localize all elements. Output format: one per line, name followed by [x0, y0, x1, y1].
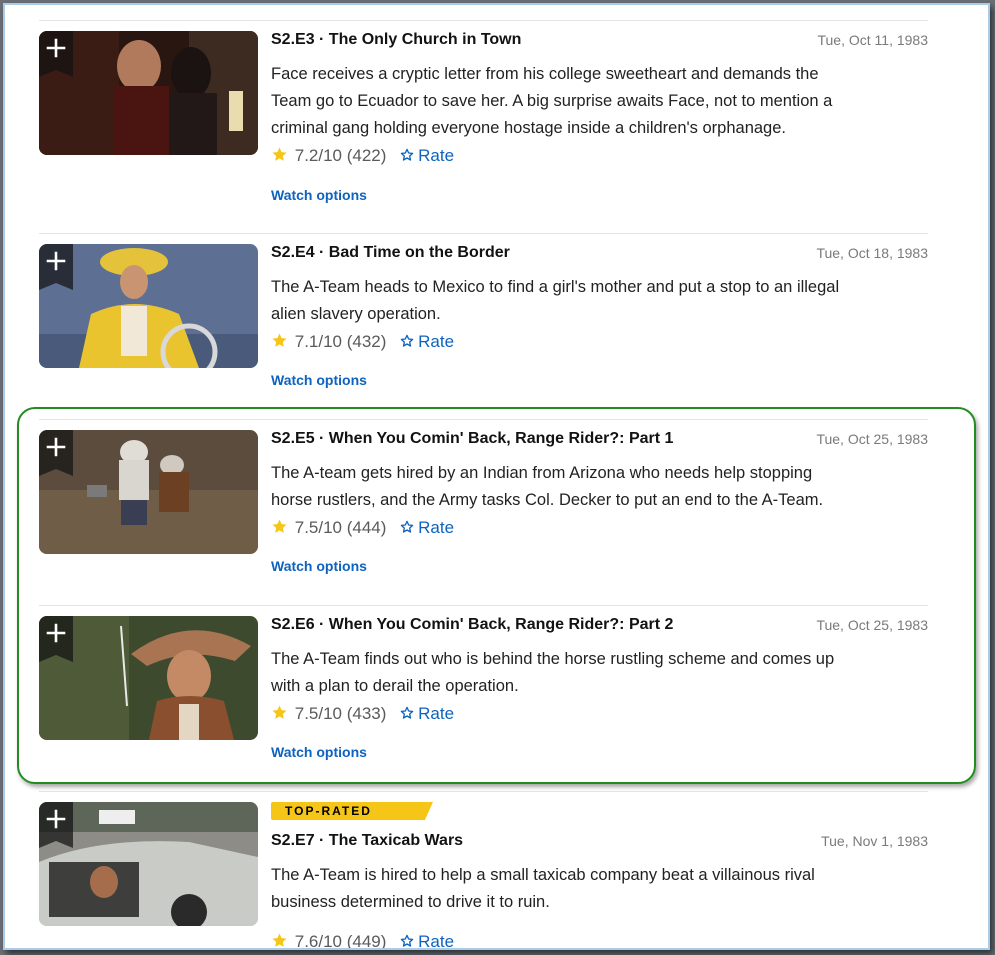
- star-outline-icon: [399, 933, 415, 949]
- episode-title-link[interactable]: S2.E7 · The Taxicab Wars: [271, 832, 463, 850]
- plus-icon: [39, 616, 73, 662]
- rating-value: 7.2/10: [294, 146, 342, 165]
- episode-list-window: S2.E3 · The Only Church in Town Tue, Oct…: [3, 3, 990, 950]
- rate-label: Rate: [418, 332, 455, 351]
- episode-title-link[interactable]: S2.E4 · Bad Time on the Border: [271, 244, 510, 262]
- star-filled-icon: [271, 704, 288, 721]
- rating-value: 7.5/10: [294, 518, 342, 537]
- rating-value: 7.6/10: [294, 932, 342, 950]
- add-to-watchlist-button[interactable]: [39, 430, 73, 476]
- watch-options-link[interactable]: Watch options: [271, 187, 367, 203]
- rating-row: 7.5/10 (444) Rate: [271, 518, 454, 540]
- episode-thumbnail[interactable]: [39, 616, 258, 740]
- plot-line: Face receives a cryptic letter from his …: [271, 65, 819, 83]
- air-date: Tue, Oct 25, 1983: [816, 431, 928, 447]
- rating-row: 7.5/10 (433) Rate: [271, 704, 454, 726]
- plot-line: business determined to drive it to ruin.: [271, 893, 550, 911]
- episode-plot: The A-team gets hired by an Indian from …: [271, 460, 926, 514]
- episode-title-link[interactable]: S2.E5 · When You Comin' Back, Range Ride…: [271, 430, 673, 448]
- episode-thumbnail[interactable]: [39, 244, 258, 368]
- plot-line: Team go to Ecuador to save her. A big su…: [271, 92, 833, 110]
- rating-row: 7.1/10 (432) Rate: [271, 332, 454, 354]
- star-outline-icon: [399, 333, 415, 349]
- plus-icon: [39, 244, 73, 290]
- plot-line: criminal gang holding everyone hostage i…: [271, 119, 786, 137]
- star-filled-icon: [271, 146, 288, 163]
- air-date: Tue, Oct 11, 1983: [817, 32, 928, 48]
- rating-row: 7.2/10 (422) Rate: [271, 146, 454, 168]
- episode-thumbnail[interactable]: [39, 430, 258, 554]
- rate-label: Rate: [418, 932, 455, 950]
- episode-info: S2.E6 · When You Comin' Back, Range Ride…: [271, 616, 928, 786]
- episode-item: S2.E5 · When You Comin' Back, Range Ride…: [39, 419, 928, 606]
- top-rated-badge: TOP-RATED: [271, 802, 433, 820]
- rate-button[interactable]: Rate: [399, 518, 454, 538]
- plot-line: alien slavery operation.: [271, 305, 441, 323]
- watch-options-link[interactable]: Watch options: [271, 372, 367, 388]
- star-outline-icon: [399, 147, 415, 163]
- episode-thumbnail[interactable]: [39, 31, 258, 155]
- rating-row: 7.6/10 (449) Rate: [271, 932, 455, 950]
- star-filled-icon: [271, 932, 288, 949]
- add-to-watchlist-button[interactable]: [39, 31, 73, 77]
- air-date: Tue, Nov 1, 1983: [821, 833, 928, 849]
- episode-title-link[interactable]: S2.E6 · When You Comin' Back, Range Ride…: [271, 616, 673, 634]
- star-outline-icon: [399, 705, 415, 721]
- vote-count: (422): [346, 146, 387, 165]
- star-filled-icon: [271, 332, 288, 349]
- plus-icon: [39, 802, 73, 848]
- rate-button[interactable]: Rate: [399, 704, 454, 724]
- star-filled-icon: [271, 518, 288, 535]
- rate-label: Rate: [418, 704, 455, 723]
- plot-line: The A-Team heads to Mexico to find a gir…: [271, 278, 840, 296]
- air-date: Tue, Oct 25, 1983: [816, 617, 928, 633]
- plot-line: with a plan to derail the operation.: [271, 677, 519, 695]
- episode-thumbnail[interactable]: [39, 802, 258, 926]
- rating-value: 7.5/10: [294, 704, 342, 723]
- add-to-watchlist-button[interactable]: [39, 244, 73, 290]
- add-to-watchlist-button[interactable]: [39, 616, 73, 662]
- vote-count: (433): [346, 704, 387, 723]
- plus-icon: [39, 31, 73, 77]
- vote-count: (449): [346, 932, 387, 950]
- episode-info: S2.E3 · The Only Church in Town Tue, Oct…: [271, 31, 928, 231]
- watch-options-link[interactable]: Watch options: [271, 744, 367, 760]
- episode-info: S2.E4 · Bad Time on the Border Tue, Oct …: [271, 244, 928, 414]
- episode-plot: The A-Team heads to Mexico to find a gir…: [271, 274, 926, 328]
- rate-label: Rate: [418, 146, 455, 165]
- episode-info: S2.E5 · When You Comin' Back, Range Ride…: [271, 430, 928, 600]
- air-date: Tue, Oct 18, 1983: [816, 245, 928, 261]
- rate-button[interactable]: Rate: [399, 932, 455, 950]
- rate-button[interactable]: Rate: [399, 146, 454, 166]
- episode-item: TOP-RATED S2.E7 · The Taxicab Wars Tue, …: [39, 791, 928, 950]
- rate-label: Rate: [418, 518, 455, 537]
- episode-plot: The A-Team is hired to help a small taxi…: [271, 862, 926, 916]
- plus-icon: [39, 430, 73, 476]
- vote-count: (432): [346, 332, 387, 351]
- episode-title-link[interactable]: S2.E3 · The Only Church in Town: [271, 31, 521, 49]
- episode-plot: The A-Team finds out who is behind the h…: [271, 646, 926, 700]
- episode-info: TOP-RATED S2.E7 · The Taxicab Wars Tue, …: [271, 802, 928, 950]
- plot-line: The A-Team finds out who is behind the h…: [271, 650, 835, 668]
- rate-button[interactable]: Rate: [399, 332, 454, 352]
- episode-plot: Face receives a cryptic letter from his …: [271, 61, 926, 142]
- add-to-watchlist-button[interactable]: [39, 802, 73, 848]
- vote-count: (444): [346, 518, 387, 537]
- plot-line: The A-Team is hired to help a small taxi…: [271, 866, 815, 884]
- episode-item: S2.E6 · When You Comin' Back, Range Ride…: [39, 605, 928, 792]
- star-outline-icon: [399, 519, 415, 535]
- plot-line: The A-team gets hired by an Indian from …: [271, 464, 813, 482]
- watch-options-link[interactable]: Watch options: [271, 558, 367, 574]
- rating-value: 7.1/10: [294, 332, 342, 351]
- episode-item: S2.E3 · The Only Church in Town Tue, Oct…: [39, 20, 928, 233]
- episode-item: S2.E4 · Bad Time on the Border Tue, Oct …: [39, 233, 928, 420]
- plot-line: horse rustlers, and the Army tasks Col. …: [271, 491, 824, 509]
